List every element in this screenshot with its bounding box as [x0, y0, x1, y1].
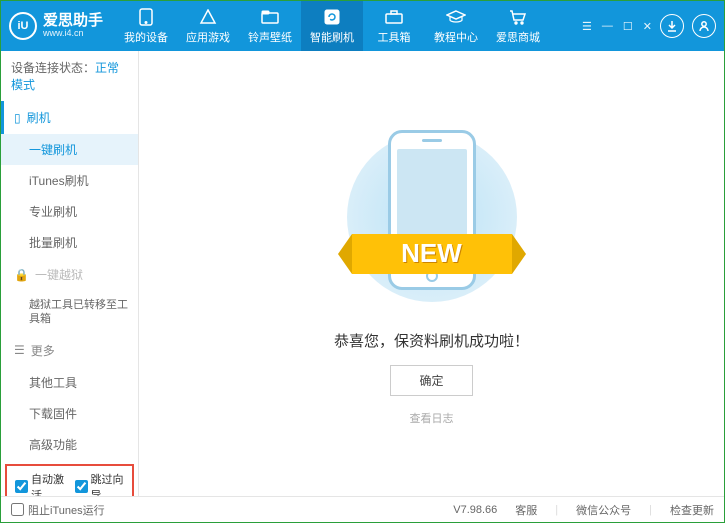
service-link[interactable]: 客服: [515, 502, 537, 518]
cart-icon: [508, 8, 528, 26]
maximize-button[interactable]: ☐: [623, 20, 633, 33]
apps-icon: [198, 8, 218, 26]
lock-icon: 🔒: [14, 268, 29, 282]
view-log-link[interactable]: 查看日志: [410, 410, 454, 426]
success-illustration: NEW: [332, 122, 532, 312]
update-link[interactable]: 检查更新: [670, 502, 714, 518]
minimize-button[interactable]: —: [602, 20, 613, 32]
ok-button[interactable]: 确定: [390, 365, 472, 396]
toolbox-icon: [384, 8, 404, 26]
sidebar-item-pro-flash[interactable]: 专业刷机: [1, 196, 138, 227]
connection-status: 设备连接状态：正常模式: [1, 51, 138, 101]
graduation-icon: [446, 8, 466, 26]
sidebar-item-advanced[interactable]: 高级功能: [1, 429, 138, 460]
section-flash[interactable]: ▯ 刷机: [1, 101, 138, 134]
section-jailbreak: 🔒 一键越狱: [1, 258, 138, 291]
download-button[interactable]: [660, 14, 684, 38]
nav-toolbox[interactable]: 工具箱: [363, 1, 425, 51]
title-bar: iU 爱思助手 www.i4.cn 我的设备 应用游戏 铃声壁纸 智能刷机 工具…: [1, 1, 724, 51]
logo-icon: iU: [9, 12, 37, 40]
nav-tutorials[interactable]: 教程中心: [425, 1, 487, 51]
jailbreak-note: 越狱工具已转移至工具箱: [1, 291, 138, 334]
sidebar-item-oneclick-flash[interactable]: 一键刷机: [1, 134, 138, 165]
section-more[interactable]: ☰ 更多: [1, 334, 138, 367]
wechat-link[interactable]: 微信公众号: [576, 502, 631, 518]
sidebar-item-batch-flash[interactable]: 批量刷机: [1, 227, 138, 258]
new-ribbon: NEW: [352, 234, 512, 274]
sidebar-item-other-tools[interactable]: 其他工具: [1, 367, 138, 398]
user-button[interactable]: [692, 14, 716, 38]
brand-name: 爱思助手: [43, 13, 103, 30]
nav-smart-flash[interactable]: 智能刷机: [301, 1, 363, 51]
refresh-icon: [322, 8, 342, 26]
success-message: 恭喜您，保资料刷机成功啦！: [334, 330, 529, 351]
phone-icon: ▯: [14, 111, 21, 125]
window-controls: ☰ — ☐ ✕: [582, 20, 652, 33]
close-button[interactable]: ✕: [643, 20, 652, 33]
nav-my-device[interactable]: 我的设备: [115, 1, 177, 51]
app-window: iU 爱思助手 www.i4.cn 我的设备 应用游戏 铃声壁纸 智能刷机 工具…: [0, 0, 725, 523]
folder-icon: [260, 8, 280, 26]
nav-ringtone-wallpaper[interactable]: 铃声壁纸: [239, 1, 301, 51]
sidebar-item-itunes-flash[interactable]: iTunes刷机: [1, 165, 138, 196]
nav-store[interactable]: 爱思商城: [487, 1, 549, 51]
version-label: V7.98.66: [453, 504, 497, 516]
sidebar-item-download-fw[interactable]: 下载固件: [1, 398, 138, 429]
status-bar: 阻止iTunes运行 V7.98.66 客服| 微信公众号| 检查更新: [1, 496, 724, 522]
device-icon: [136, 8, 156, 26]
body: 设备连接状态：正常模式 ▯ 刷机 一键刷机 iTunes刷机 专业刷机 批量刷机…: [1, 51, 724, 496]
checkbox-block-itunes[interactable]: 阻止iTunes运行: [11, 502, 105, 518]
top-nav: 我的设备 应用游戏 铃声壁纸 智能刷机 工具箱 教程中心 爱思商城: [115, 1, 582, 51]
nav-apps-games[interactable]: 应用游戏: [177, 1, 239, 51]
highlighted-checkbox-area: 自动激活 跳过向导: [5, 464, 134, 496]
menu-icon: ☰: [14, 343, 25, 357]
sidebar: 设备连接状态：正常模式 ▯ 刷机 一键刷机 iTunes刷机 专业刷机 批量刷机…: [1, 51, 139, 496]
settings-button[interactable]: ☰: [582, 20, 592, 33]
main-content: NEW 恭喜您，保资料刷机成功啦！ 确定 查看日志: [139, 51, 724, 496]
checkbox-skip-guide[interactable]: 跳过向导: [75, 471, 125, 496]
brand-url: www.i4.cn: [43, 29, 103, 39]
logo: iU 爱思助手 www.i4.cn: [9, 12, 103, 40]
checkbox-auto-activate[interactable]: 自动激活: [15, 471, 65, 496]
